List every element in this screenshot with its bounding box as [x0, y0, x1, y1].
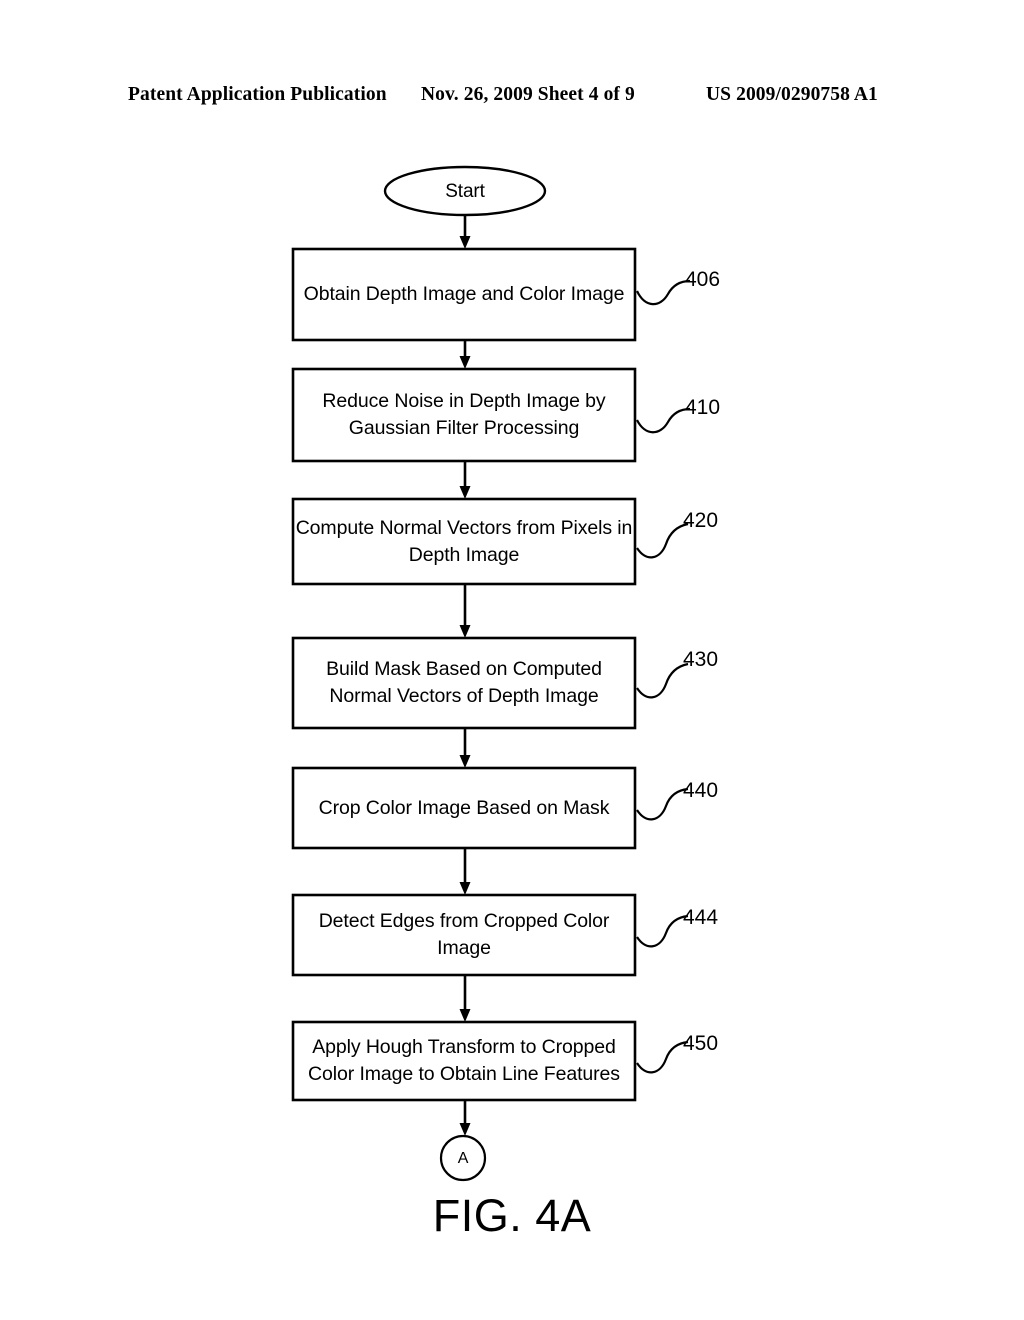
- flow-node-406-label: Obtain Depth Image and Color Image: [303, 283, 625, 305]
- flow-ref-number-450: 450: [683, 1032, 719, 1055]
- callout-curve-430: [636, 662, 689, 699]
- flow-ref-number-420: 420: [683, 509, 719, 532]
- flow-node-450-label: Apply Hough Transform to Cropped Color I…: [308, 1036, 620, 1085]
- flow-node-connector-a-label: A: [457, 1149, 469, 1167]
- callout-curve-444: [636, 914, 689, 948]
- callout-curve-440: [636, 787, 689, 821]
- flow-ref-number-410: 410: [685, 396, 721, 419]
- flow-node-410-label: Reduce Noise in Depth Image by Gaussian …: [322, 390, 606, 439]
- arrowhead-410-to-420: [459, 486, 471, 499]
- flow-node-start-label: Start: [445, 180, 485, 202]
- arrowhead-450-to-connector: [459, 1123, 471, 1136]
- flow-ref-number-406: 406: [685, 268, 721, 291]
- flow-ref-number-440: 440: [683, 779, 719, 802]
- callout-curve-410: [636, 407, 691, 434]
- arrowhead-444-to-450: [459, 1009, 471, 1022]
- callout-curve-406: [636, 279, 691, 306]
- flow-node-430-label: Build Mask Based on Computed Normal Vect…: [326, 658, 602, 707]
- arrowhead-start-to-406: [459, 236, 471, 249]
- flow-node-420-label: Compute Normal Vectors from Pixels in De…: [295, 516, 633, 566]
- flow-node-440-label: Crop Color Image Based on Mask: [318, 796, 610, 819]
- arrowhead-430-to-440: [459, 755, 471, 768]
- callout-curve-420: [636, 522, 689, 559]
- flow-ref-number-430: 430: [683, 648, 719, 671]
- flow-ref-number-444: 444: [683, 906, 719, 929]
- arrowhead-420-to-430: [459, 625, 471, 638]
- arrowhead-406-to-410: [459, 356, 471, 369]
- figure-caption: FIG. 4A: [432, 1190, 592, 1241]
- callout-curve-450: [636, 1040, 689, 1074]
- flow-node-444-label: Detect Edges from Cropped Color Image: [318, 910, 610, 959]
- arrowhead-440-to-444: [459, 882, 471, 895]
